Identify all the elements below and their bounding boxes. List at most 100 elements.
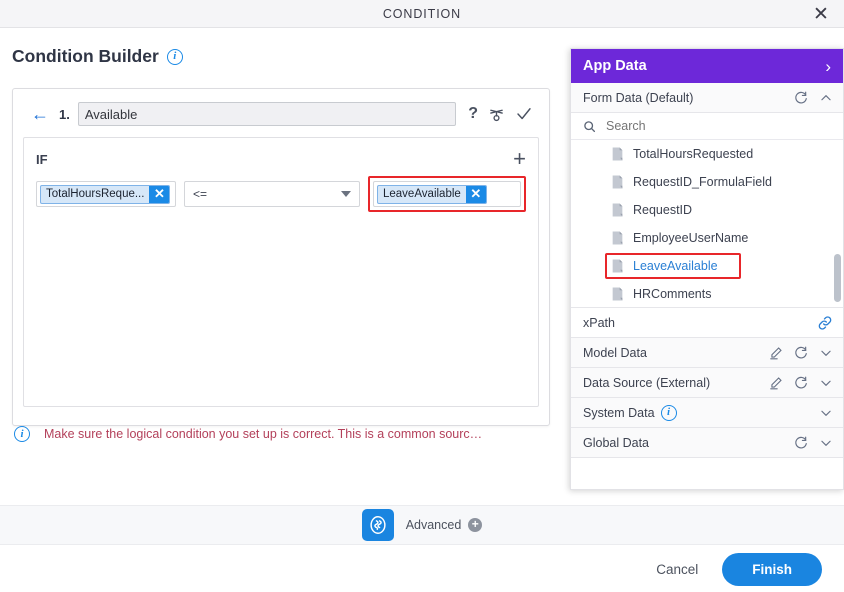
app-data-title: App Data — [583, 58, 647, 74]
section-form-data-actions — [794, 91, 833, 105]
add-advanced-icon[interactable]: + — [468, 518, 483, 532]
left-operand-field[interactable]: TotalHoursReque... ✕ — [36, 181, 176, 207]
condition-builder-card: ← 1. ? IF + — [12, 88, 550, 426]
list-item-label: TotalHoursRequested — [633, 147, 754, 161]
left-operand-chip[interactable]: TotalHoursReque... ✕ — [40, 184, 171, 204]
right-operand-highlight: LeaveAvailable ✕ — [368, 176, 526, 212]
chevron-down-icon[interactable] — [819, 436, 833, 450]
section-global-data[interactable]: Global Data — [571, 428, 843, 458]
right-operand-label: LeaveAvailable — [383, 188, 461, 200]
xpath-label: xPath — [583, 315, 615, 330]
warning-row: i Make sure the logical condition you se… — [12, 426, 550, 442]
dialog-footer: Cancel Finish — [0, 546, 844, 592]
document-icon — [611, 175, 624, 189]
chevron-down-icon[interactable] — [819, 406, 833, 420]
chevron-right-icon[interactable]: › — [825, 58, 831, 75]
refresh-icon[interactable] — [794, 436, 808, 450]
left-operand-label: TotalHoursReque... — [46, 188, 145, 200]
finish-button[interactable]: Finish — [722, 552, 822, 586]
list-item[interactable]: TotalHoursRequested — [571, 140, 843, 168]
section-form-data-label: Form Data (Default) — [583, 90, 694, 105]
info-icon[interactable]: i — [166, 48, 183, 65]
section-form-data[interactable]: Form Data (Default) — [571, 83, 843, 113]
document-icon — [611, 287, 624, 301]
list-item-label: RequestID — [633, 203, 693, 217]
advanced-bar: Advanced + — [0, 505, 844, 545]
right-operand-field[interactable]: LeaveAvailable ✕ — [373, 181, 521, 207]
section-global-data-label: Global Data — [583, 435, 650, 450]
chevron-down-icon[interactable] — [819, 346, 833, 360]
if-label: IF — [36, 151, 48, 167]
search-input[interactable] — [604, 118, 831, 134]
chevron-down-icon — [341, 191, 351, 197]
list-item[interactable]: EmployeeUserName — [571, 224, 843, 252]
add-condition-icon[interactable]: + — [513, 148, 526, 170]
list-item[interactable]: HRComments — [571, 280, 843, 307]
list-item[interactable]: RequestID_FormulaField — [571, 168, 843, 196]
close-icon[interactable]: ✕ — [808, 2, 834, 26]
if-header-row: IF + — [24, 138, 538, 176]
section-data-source-actions — [769, 376, 833, 390]
section-data-source-label: Data Source (External) — [583, 375, 711, 390]
condition-name-input[interactable] — [77, 102, 457, 126]
app-data-panel: App Data › Form Data (Default) Search To… — [570, 48, 844, 490]
advanced-label-group: Advanced + — [406, 518, 483, 532]
edit-pencil-icon[interactable] — [769, 346, 783, 360]
document-icon — [611, 147, 624, 161]
xpath-row[interactable]: xPath — [571, 308, 843, 338]
warning-info-icon[interactable]: i — [14, 426, 30, 442]
section-system-data-label: System Data i — [583, 404, 677, 421]
section-model-data-label: Model Data — [583, 345, 647, 360]
list-item-label: HRComments — [633, 287, 712, 301]
field-list-scrollbar[interactable] — [834, 142, 841, 306]
document-icon — [611, 203, 624, 217]
edit-pencil-icon[interactable] — [769, 376, 783, 390]
condition-header-row: ← 1. ? — [21, 97, 541, 131]
operator-value: <= — [192, 187, 207, 201]
advanced-label: Advanced — [405, 518, 462, 532]
refresh-icon[interactable] — [794, 346, 808, 360]
page-title: Condition Builder — [12, 46, 159, 66]
link-icon[interactable] — [817, 315, 833, 331]
left-operand-remove-icon[interactable]: ✕ — [149, 185, 170, 203]
section-system-data[interactable]: System Data i — [571, 398, 843, 428]
operator-dropdown[interactable]: <= — [183, 181, 360, 207]
chevron-up-icon[interactable] — [819, 91, 833, 105]
cancel-button[interactable]: Cancel — [650, 556, 704, 583]
app-data-search-row[interactable] — [571, 113, 843, 140]
window-title-bar: CONDITION — [0, 0, 844, 28]
refresh-icon[interactable] — [794, 91, 808, 105]
chevron-down-icon[interactable] — [819, 376, 833, 390]
section-global-data-actions — [794, 436, 833, 450]
document-icon — [611, 259, 624, 273]
right-operand-remove-icon[interactable]: ✕ — [465, 185, 486, 203]
if-clause-container: IF + TotalHoursReque... ✕ <= LeaveAvaila… — [23, 137, 539, 407]
section-data-source-external[interactable]: Data Source (External) — [571, 368, 843, 398]
scrollbar-thumb[interactable] — [834, 254, 841, 302]
help-icon[interactable]: ? — [468, 105, 478, 123]
info-icon[interactable]: i — [660, 404, 677, 421]
list-item-label: LeaveAvailable — [633, 259, 718, 273]
search-icon — [583, 120, 596, 133]
section-model-data[interactable]: Model Data — [571, 338, 843, 368]
confirm-check-icon[interactable] — [515, 105, 533, 123]
test-condition-icon[interactable] — [488, 106, 505, 123]
right-operand-chip[interactable]: LeaveAvailable ✕ — [377, 184, 487, 204]
list-item[interactable]: RequestID — [571, 196, 843, 224]
section-model-data-actions — [769, 346, 833, 360]
window-title: CONDITION — [382, 6, 462, 21]
section-system-data-text: System Data — [583, 405, 655, 420]
page-title-row: Condition Builder i — [12, 46, 183, 67]
advanced-toggle-button[interactable] — [361, 509, 394, 541]
list-item-leaveavailable[interactable]: LeaveAvailable — [571, 252, 843, 280]
document-icon — [611, 231, 624, 245]
warning-message: Make sure the logical condition you set … — [44, 427, 483, 441]
list-item-label: RequestID_FormulaField — [633, 175, 772, 189]
form-data-field-list: TotalHoursRequested RequestID_FormulaFie… — [571, 140, 843, 308]
condition-expression-row: TotalHoursReque... ✕ <= LeaveAvailable ✕ — [24, 176, 538, 212]
refresh-icon[interactable] — [794, 376, 808, 390]
app-data-header[interactable]: App Data › — [571, 49, 843, 83]
back-arrow-icon[interactable]: ← — [29, 105, 51, 123]
condition-header-actions: ? — [464, 105, 533, 123]
list-item-label: EmployeeUserName — [633, 231, 749, 245]
